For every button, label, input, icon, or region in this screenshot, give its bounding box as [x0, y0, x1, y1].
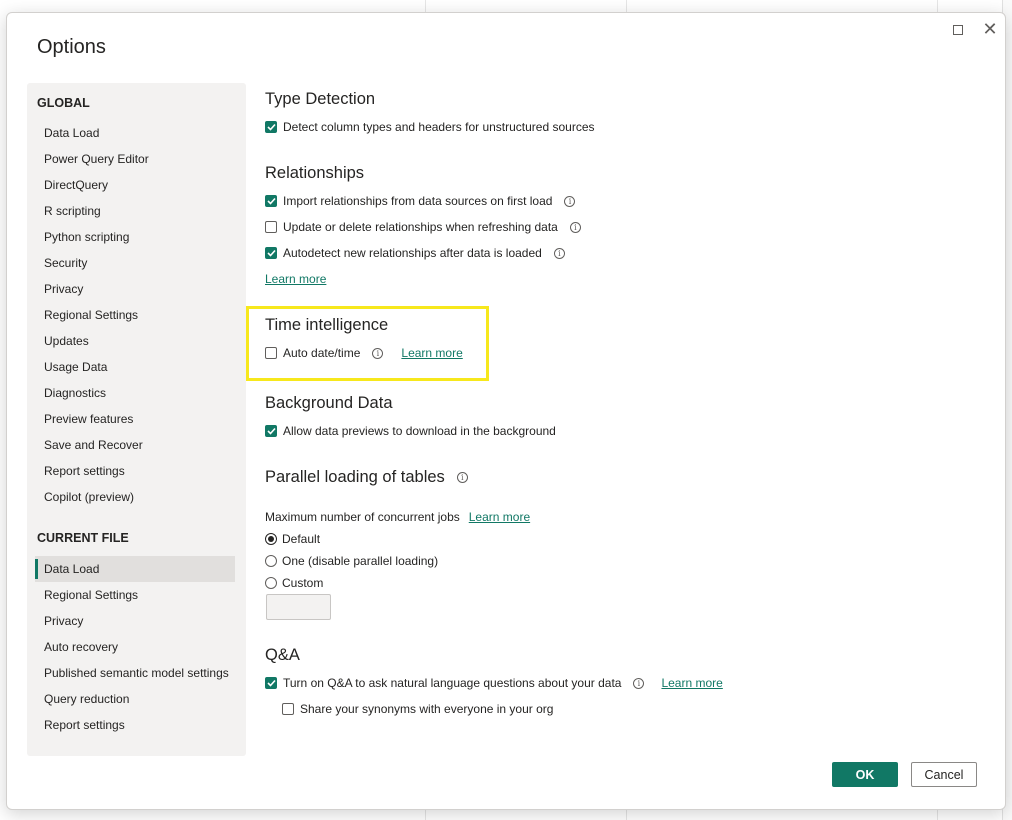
global-heading: GLOBAL [37, 96, 90, 110]
max-jobs-label: Maximum number of concurrent jobs [265, 510, 460, 524]
sidebar-item-global-regional-settings[interactable]: Regional Settings [35, 302, 235, 328]
sidebar-item-global-copilot-preview[interactable]: Copilot (preview) [35, 484, 235, 510]
auto-date-time-label: Auto date/time [283, 346, 361, 360]
detect-types-checkbox[interactable] [265, 121, 277, 133]
allow-previews-label: Allow data previews to download in the b… [283, 424, 556, 438]
ok-button[interactable]: OK [832, 762, 898, 787]
sidebar-item-current-regional-settings[interactable]: Regional Settings [35, 582, 235, 608]
auto-date-time-row: Auto date/time i Learn more [265, 343, 463, 363]
sidebar-item-global-security[interactable]: Security [35, 250, 235, 276]
sidebar-item-global-data-load[interactable]: Data Load [35, 120, 235, 146]
radio-custom-label: Custom [282, 576, 324, 590]
cancel-button[interactable]: Cancel [911, 762, 977, 787]
auto-date-time-checkbox[interactable] [265, 347, 277, 359]
allow-previews-row: Allow data previews to download in the b… [265, 421, 556, 441]
turn-on-qna-label: Turn on Q&A to ask natural language ques… [283, 676, 622, 690]
radio-custom[interactable] [265, 577, 277, 589]
share-synonyms-label: Share your synonyms with everyone in you… [300, 702, 554, 716]
radio-default-row: Default [265, 529, 320, 549]
sidebar-item-global-updates[interactable]: Updates [35, 328, 235, 354]
info-icon[interactable]: i [553, 247, 565, 259]
parallel-loading-title-text: Parallel loading of tables [265, 468, 445, 486]
sidebar-item-current-data-load[interactable]: Data Load [35, 556, 235, 582]
sidebar-item-current-query-reduction[interactable]: Query reduction [35, 686, 235, 712]
share-synonyms-row: Share your synonyms with everyone in you… [282, 699, 553, 719]
sidebar-item-current-auto-recovery[interactable]: Auto recovery [35, 634, 235, 660]
sidebar-item-current-privacy[interactable]: Privacy [35, 608, 235, 634]
sidebar-item-global-diagnostics[interactable]: Diagnostics [35, 380, 235, 406]
autodetect-relationships-label: Autodetect new relationships after data … [283, 246, 542, 260]
close-button[interactable]: ✕ [979, 19, 1001, 41]
sidebar-item-global-save-and-recover[interactable]: Save and Recover [35, 432, 235, 458]
parallel-loading-learn-more-link[interactable]: Learn more [469, 510, 530, 524]
sidebar-item-global-power-query-editor[interactable]: Power Query Editor [35, 146, 235, 172]
time-intelligence-title: Time intelligence [265, 316, 389, 334]
info-icon[interactable]: i [456, 472, 468, 483]
detect-types-label: Detect column types and headers for unst… [283, 120, 595, 134]
current-file-heading: CURRENT FILE [37, 531, 129, 545]
type-detection-title: Type Detection [265, 90, 376, 108]
relationships-learn-more-link[interactable]: Learn more [265, 272, 326, 286]
turn-on-qna-row: Turn on Q&A to ask natural language ques… [265, 673, 723, 693]
relationships-learn-more-row: Learn more [265, 269, 326, 289]
sidebar-item-global-usage-data[interactable]: Usage Data [35, 354, 235, 380]
import-relationships-label: Import relationships from data sources o… [283, 194, 553, 208]
qna-title: Q&A [265, 646, 300, 664]
maximize-button[interactable] [947, 19, 969, 41]
detect-types-row: Detect column types and headers for unst… [265, 117, 595, 137]
sidebar-item-global-r-scripting[interactable]: R scripting [35, 198, 235, 224]
background-data-title: Background Data [265, 394, 393, 412]
info-icon[interactable]: i [633, 677, 645, 689]
import-relationships-checkbox[interactable] [265, 195, 277, 207]
share-synonyms-checkbox[interactable] [282, 703, 294, 715]
radio-one[interactable] [265, 555, 277, 567]
autodetect-relationships-checkbox[interactable] [265, 247, 277, 259]
radio-custom-row: Custom [265, 573, 323, 593]
sidebar-item-global-python-scripting[interactable]: Python scripting [35, 224, 235, 250]
sidebar-item-global-report-settings[interactable]: Report settings [35, 458, 235, 484]
options-dialog: Options ✕ GLOBAL Data Load Power Query Ed… [6, 12, 1006, 810]
qna-learn-more-link[interactable]: Learn more [661, 676, 722, 690]
parallel-loading-title: Parallel loading of tables i [265, 468, 468, 487]
autodetect-relationships-row: Autodetect new relationships after data … [265, 243, 565, 263]
info-icon[interactable]: i [372, 347, 384, 359]
radio-one-label: One (disable parallel loading) [282, 554, 439, 568]
sidebar-item-global-privacy[interactable]: Privacy [35, 276, 235, 302]
maximize-icon [953, 25, 963, 35]
close-icon: ✕ [982, 19, 998, 40]
import-relationships-row: Import relationships from data sources o… [265, 191, 576, 211]
sidebar-item-current-published-semantic-model-settings[interactable]: Published semantic model settings [35, 660, 235, 686]
max-jobs-row: Maximum number of concurrent jobs Learn … [265, 507, 530, 527]
radio-one-row: One (disable parallel loading) [265, 551, 438, 571]
sidebar-item-global-preview-features[interactable]: Preview features [35, 406, 235, 432]
sidebar-item-global-directquery[interactable]: DirectQuery [35, 172, 235, 198]
update-relationships-checkbox[interactable] [265, 221, 277, 233]
allow-previews-checkbox[interactable] [265, 425, 277, 437]
info-icon[interactable]: i [569, 221, 581, 233]
update-relationships-row: Update or delete relationships when refr… [265, 217, 581, 237]
update-relationships-label: Update or delete relationships when refr… [283, 220, 558, 234]
sidebar-item-current-report-settings[interactable]: Report settings [35, 712, 235, 738]
turn-on-qna-checkbox[interactable] [265, 677, 277, 689]
custom-jobs-input[interactable] [266, 594, 331, 620]
options-sidebar: GLOBAL Data Load Power Query Editor Direct… [27, 83, 246, 756]
radio-default-label: Default [282, 532, 321, 546]
radio-default[interactable] [265, 533, 277, 545]
relationships-title: Relationships [265, 164, 365, 182]
info-icon[interactable]: i [564, 195, 576, 207]
time-intelligence-learn-more-link[interactable]: Learn more [401, 346, 462, 360]
dialog-title: Options [37, 36, 106, 58]
